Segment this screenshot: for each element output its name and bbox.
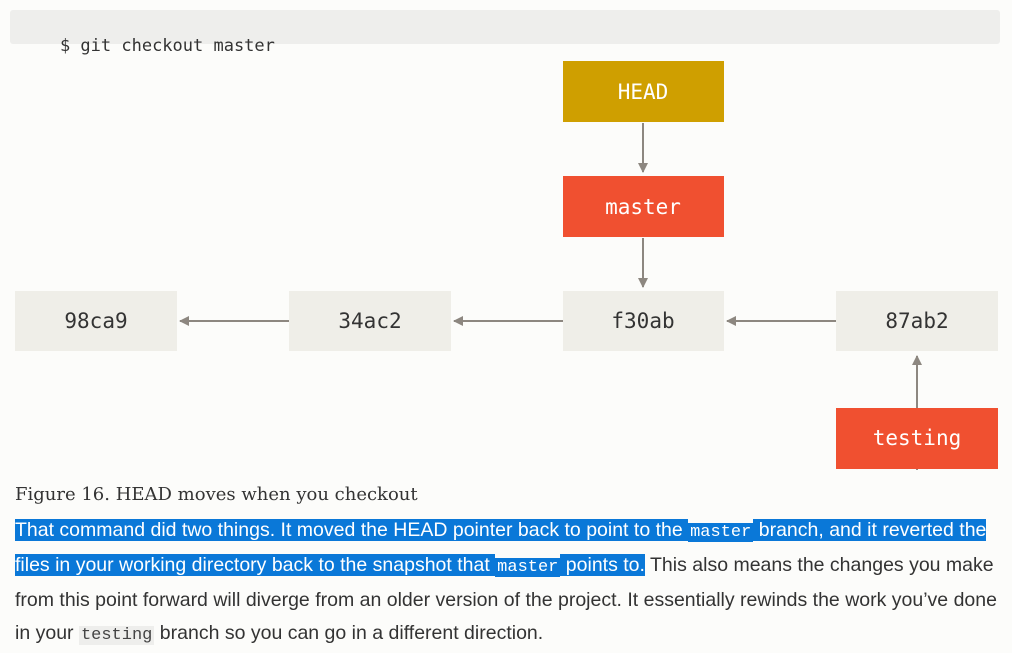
page: $ git checkout master HEAD master 98ca9 bbox=[0, 0, 1012, 653]
head-label: HEAD bbox=[618, 80, 669, 104]
testing-label: testing bbox=[873, 426, 962, 450]
commit-f30ab-label: f30ab bbox=[611, 309, 674, 333]
commit-f30ab: f30ab bbox=[563, 291, 724, 351]
body-paragraph: That command did two things. It moved th… bbox=[15, 514, 1005, 652]
inline-code-testing: testing bbox=[78, 626, 155, 645]
selected-text: That command did two things. It moved th… bbox=[15, 519, 689, 541]
commit-34ac2: 34ac2 bbox=[289, 291, 451, 351]
commit-98ca9-label: 98ca9 bbox=[64, 309, 127, 333]
master-label: master bbox=[605, 195, 681, 219]
head-pointer: HEAD bbox=[563, 61, 724, 122]
inline-code-master: master bbox=[688, 523, 754, 542]
paragraph-text: branch so you can go in a different dire… bbox=[154, 622, 544, 644]
selected-text: points to. bbox=[560, 554, 645, 576]
commit-87ab2: 87ab2 bbox=[836, 291, 998, 351]
inline-code-master: master bbox=[495, 558, 561, 577]
commit-34ac2-label: 34ac2 bbox=[338, 309, 401, 333]
commit-87ab2-label: 87ab2 bbox=[885, 309, 948, 333]
testing-branch: testing bbox=[836, 408, 998, 469]
git-branch-diagram: HEAD master 98ca9 34ac2 f30ab 87ab2 test… bbox=[15, 61, 998, 470]
figure-caption: Figure 16. HEAD moves when you checkout bbox=[15, 484, 418, 505]
master-branch: master bbox=[563, 176, 724, 237]
commit-98ca9: 98ca9 bbox=[15, 291, 177, 351]
